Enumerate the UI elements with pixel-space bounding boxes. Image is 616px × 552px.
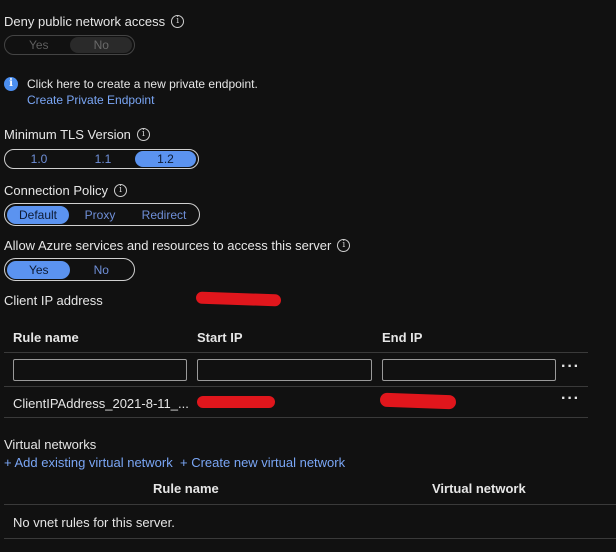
- info-icon[interactable]: i: [337, 239, 351, 253]
- tls-version-label: Minimum TLS Version i: [4, 127, 150, 142]
- column-header-vnet-rule-name: Rule name: [153, 481, 219, 496]
- allow-azure-toggle[interactable]: Yes No: [4, 258, 135, 281]
- rule-name-input[interactable]: [13, 359, 187, 381]
- divider: [4, 386, 588, 387]
- divider: [4, 352, 588, 353]
- deny-public-yes-option[interactable]: Yes: [7, 37, 70, 53]
- virtual-networks-title: Virtual networks: [4, 437, 97, 452]
- divider: [4, 504, 616, 505]
- column-header-end-ip: End IP: [382, 330, 423, 345]
- connection-policy-label: Connection Policy i: [4, 183, 128, 198]
- private-endpoint-message: Click here to create a new private endpo…: [27, 77, 258, 91]
- more-icon[interactable]: ···: [561, 358, 580, 376]
- tls-version-toggle[interactable]: 1.0 1.1 1.2: [4, 149, 199, 169]
- deny-public-no-option[interactable]: No: [70, 37, 132, 53]
- policy-redirect-option[interactable]: Redirect: [131, 206, 197, 224]
- create-private-endpoint-link[interactable]: Create Private Endpoint: [27, 93, 154, 107]
- start-ip-input[interactable]: [197, 359, 372, 381]
- redaction-mark: [197, 396, 275, 408]
- info-icon[interactable]: i: [136, 128, 150, 142]
- create-new-vnet-link[interactable]: + Create new virtual network: [180, 455, 345, 470]
- vnet-empty-message: No vnet rules for this server.: [13, 515, 175, 530]
- deny-public-access-text: Deny public network access: [4, 14, 166, 29]
- allow-azure-label: Allow Azure services and resources to ac…: [4, 238, 351, 253]
- column-header-virtual-network: Virtual network: [432, 481, 526, 496]
- redaction-mark: [195, 291, 282, 307]
- tls-option-1-2[interactable]: 1.2: [135, 151, 196, 167]
- tls-option-1-0[interactable]: 1.0: [7, 151, 71, 167]
- rule-name-cell: ClientIPAddress_2021-8-11_...: [13, 396, 189, 411]
- redaction-mark: [379, 392, 457, 410]
- policy-proxy-option[interactable]: Proxy: [69, 206, 131, 224]
- allow-azure-yes-option[interactable]: Yes: [7, 260, 71, 279]
- deny-public-access-toggle[interactable]: Yes No: [4, 35, 135, 55]
- client-ip-label: Client IP address: [4, 293, 103, 308]
- end-ip-input[interactable]: [382, 359, 556, 381]
- info-icon[interactable]: i: [114, 184, 128, 198]
- add-existing-vnet-link[interactable]: + Add existing virtual network: [4, 455, 173, 470]
- allow-azure-no-option[interactable]: No: [70, 261, 132, 279]
- deny-public-access-label: Deny public network access i: [4, 14, 185, 29]
- connection-policy-text: Connection Policy: [4, 183, 109, 198]
- info-icon[interactable]: i: [171, 15, 185, 29]
- tls-option-1-1[interactable]: 1.1: [71, 151, 135, 167]
- column-header-start-ip: Start IP: [197, 330, 243, 345]
- divider: [4, 538, 616, 539]
- divider: [4, 417, 588, 418]
- tls-version-text: Minimum TLS Version: [4, 127, 131, 142]
- connection-policy-toggle[interactable]: Default Proxy Redirect: [4, 203, 200, 226]
- more-icon[interactable]: ···: [561, 390, 580, 408]
- info-icon: i: [4, 77, 18, 91]
- policy-default-option[interactable]: Default: [7, 205, 69, 224]
- allow-azure-text: Allow Azure services and resources to ac…: [4, 238, 332, 253]
- column-header-rule-name: Rule name: [13, 330, 79, 345]
